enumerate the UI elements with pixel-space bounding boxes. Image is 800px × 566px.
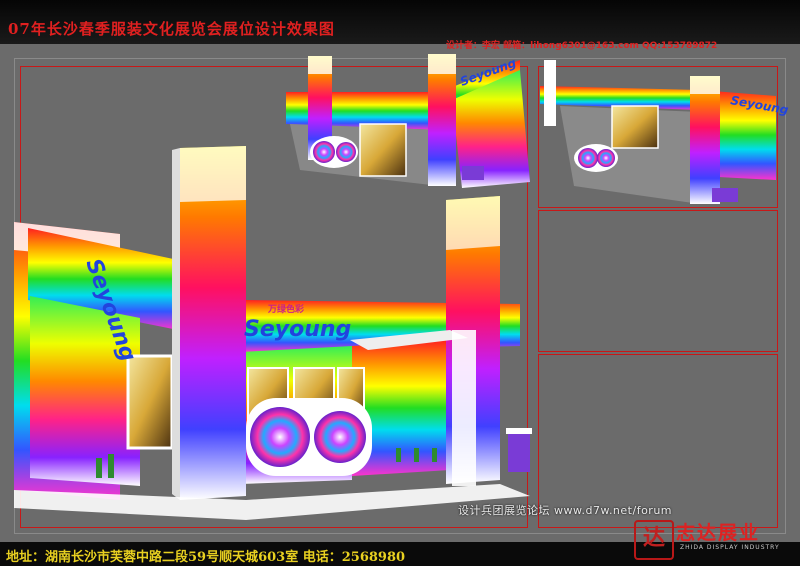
brand-sign-main-cn: 万绿色彩	[267, 303, 304, 315]
company-address: 地址：湖南长沙市芙蓉中路二段59号顺天城603室 电话：2568980	[6, 550, 406, 565]
company-logo-name: 志达展业	[676, 522, 761, 544]
company-logo-icon: 达	[634, 520, 674, 560]
brand-sign-main: Seyoung	[244, 317, 351, 342]
booth-render-illustration: Seyoung Seyoung 万绿色彩 Seyoung Seyoung	[14, 54, 790, 520]
company-logo-subtext: ZHIDA DISPLAY INDUSTRY	[680, 544, 780, 551]
aerial-render-2	[540, 60, 776, 204]
booth-design-sheet: 07年长沙春季服装文化展览会展位设计效果图 设计者：李宏 邮箱：lihong63…	[0, 0, 800, 566]
forum-watermark: 设计兵团展览论坛 www.d7w.net/forum	[458, 504, 673, 517]
